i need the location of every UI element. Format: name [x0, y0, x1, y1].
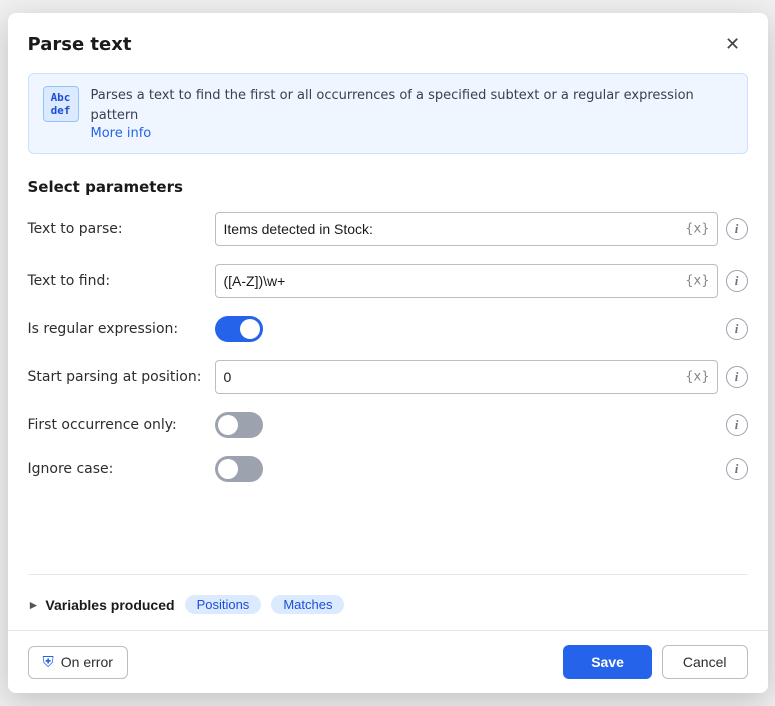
ignore-case-toggle[interactable] — [215, 456, 263, 482]
text-to-find-row: Text to find: {x} i — [28, 264, 748, 298]
ignore-case-info-icon[interactable]: i — [726, 458, 748, 480]
text-to-parse-input[interactable] — [215, 212, 718, 246]
start-position-info-icon[interactable]: i — [726, 366, 748, 388]
parse-text-dialog: Parse text ✕ Abcdef Parses a text to fin… — [8, 13, 768, 693]
close-button[interactable]: ✕ — [718, 29, 748, 59]
is-regex-control: i — [215, 316, 748, 342]
text-to-find-input[interactable] — [215, 264, 718, 298]
save-button[interactable]: Save — [563, 645, 652, 679]
info-banner: Abcdef Parses a text to find the first o… — [28, 73, 748, 154]
text-to-find-info-icon[interactable]: i — [726, 270, 748, 292]
matches-badge[interactable]: Matches — [271, 595, 344, 614]
text-to-parse-control: {x} i — [215, 212, 748, 246]
is-regex-toggle[interactable] — [215, 316, 263, 342]
start-position-input[interactable] — [215, 360, 718, 394]
banner-icon: Abcdef — [43, 86, 79, 122]
dialog-footer: ⛨ On error Save Cancel — [8, 630, 768, 693]
variables-row: ► Variables produced Positions Matches — [8, 591, 768, 630]
start-position-label: Start parsing at position: — [28, 369, 203, 385]
first-occurrence-toggle[interactable] — [215, 412, 263, 438]
text-to-find-label: Text to find: — [28, 273, 203, 289]
is-regex-row: Is regular expression: i — [28, 316, 748, 342]
ignore-case-row: Ignore case: i — [28, 456, 748, 482]
is-regex-label: Is regular expression: — [28, 321, 203, 337]
chevron-right-icon: ► — [28, 598, 40, 612]
positions-badge[interactable]: Positions — [185, 595, 262, 614]
first-occurrence-row: First occurrence only: i — [28, 412, 748, 438]
cancel-button[interactable]: Cancel — [662, 645, 748, 679]
first-occurrence-control: i — [215, 412, 748, 438]
start-position-control: {x} i — [215, 360, 748, 394]
form-body: Text to parse: {x} i Text to find: {x} i — [8, 212, 768, 566]
text-to-parse-row: Text to parse: {x} i — [28, 212, 748, 246]
ignore-case-label: Ignore case: — [28, 461, 203, 477]
banner-description: Parses a text to find the first or all o… — [91, 86, 733, 125]
shield-icon: ⛨ — [43, 654, 54, 671]
variables-toggle-button[interactable]: ► Variables produced — [28, 597, 175, 613]
first-occurrence-info-icon[interactable]: i — [726, 414, 748, 436]
divider — [28, 574, 748, 575]
dialog-header: Parse text ✕ — [8, 13, 768, 73]
text-to-parse-input-wrap: {x} — [215, 212, 718, 246]
on-error-label: On error — [61, 654, 113, 670]
text-to-parse-info-icon[interactable]: i — [726, 218, 748, 240]
ignore-case-control: i — [215, 456, 748, 482]
variables-label: Variables produced — [45, 597, 174, 613]
text-to-parse-label: Text to parse: — [28, 221, 203, 237]
text-to-find-input-wrap: {x} — [215, 264, 718, 298]
dialog-title: Parse text — [28, 34, 132, 55]
is-regex-info-icon[interactable]: i — [726, 318, 748, 340]
footer-right: Save Cancel — [563, 645, 747, 679]
banner-content: Parses a text to find the first or all o… — [91, 86, 733, 141]
on-error-button[interactable]: ⛨ On error — [28, 646, 128, 679]
start-position-input-wrap: {x} — [215, 360, 718, 394]
text-to-find-control: {x} i — [215, 264, 748, 298]
section-title: Select parameters — [8, 170, 768, 212]
start-position-row: Start parsing at position: {x} i — [28, 360, 748, 394]
first-occurrence-label: First occurrence only: — [28, 417, 203, 433]
more-info-link[interactable]: More info — [91, 126, 152, 141]
